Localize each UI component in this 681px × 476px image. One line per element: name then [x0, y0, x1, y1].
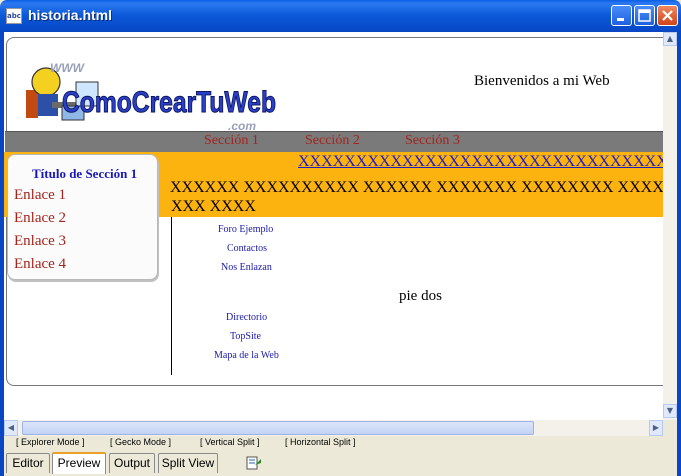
scroll-down-icon[interactable]: ▼: [663, 404, 677, 418]
content-text-cont: XXX XXXX: [171, 198, 256, 215]
link-topsite[interactable]: TopSite: [230, 331, 261, 342]
nav-link-seccion-2[interactable]: Sección 2: [305, 133, 360, 149]
preview-viewport[interactable]: WWW ComoCrearTuWeb .com Bienvenidos a mi…: [4, 32, 663, 420]
tab-preview[interactable]: Preview: [52, 452, 106, 474]
window-frame-right: [677, 32, 681, 476]
site-logo[interactable]: WWW ComoCrearTuWeb .com: [8, 46, 278, 138]
close-button[interactable]: [657, 5, 678, 26]
tab-editor[interactable]: Editor: [6, 453, 50, 473]
scroll-up-icon[interactable]: ▲: [663, 32, 677, 46]
content-link[interactable]: XXXXXXXXXXXXXXXXXXXXXXXXXXXXXXXXX: [298, 153, 663, 171]
sidebar-title: Título de Sección 1: [32, 166, 138, 181]
welcome-text: Bienvenidos a mi Web: [474, 73, 610, 89]
link-directorio[interactable]: Directorio: [226, 312, 267, 323]
logo-www: WWW: [50, 61, 86, 75]
explorer-mode-button[interactable]: [ Explorer Mode ]: [16, 437, 85, 447]
tool-icon[interactable]: [246, 455, 262, 471]
minimize-icon: [617, 18, 624, 21]
tab-output[interactable]: Output: [109, 453, 155, 473]
sidebar-link-3[interactable]: Enlace 3: [14, 233, 66, 250]
scroll-left-icon[interactable]: ◀: [4, 420, 18, 436]
scroll-right-icon[interactable]: ▶: [649, 420, 663, 436]
nav-link-seccion-1[interactable]: Sección 1: [204, 133, 259, 149]
chair: [26, 90, 38, 118]
link-mapa-web[interactable]: Mapa de la Web: [214, 350, 279, 361]
horizontal-split-button[interactable]: [ Horizontal Split ]: [285, 437, 356, 447]
column-divider: [171, 217, 172, 375]
tab-split-view[interactable]: Split View: [158, 453, 218, 473]
window-title: historia.html: [28, 7, 113, 23]
content-text: XXXXXX XXXXXXXXXX XXXXXX XXXXXXX XXXXXXX…: [170, 179, 663, 196]
horizontal-scroll-thumb[interactable]: [22, 421, 534, 435]
logo-text: ComoCrearTuWeb: [62, 86, 276, 119]
link-foro-ejemplo[interactable]: Foro Ejemplo: [218, 224, 273, 235]
footer-text: pie dos: [399, 288, 442, 304]
maximize-button[interactable]: [634, 5, 655, 26]
scroll-corner: [663, 420, 677, 436]
sidebar-link-2[interactable]: Enlace 2: [14, 210, 66, 227]
minimize-button[interactable]: [611, 5, 632, 26]
maximize-icon: [638, 9, 651, 22]
app-icon[interactable]: abc: [6, 8, 22, 24]
nav-link-seccion-3[interactable]: Sección 3: [405, 133, 460, 149]
close-icon: [662, 10, 673, 21]
vertical-scrollbar[interactable]: ▲ ▼: [663, 32, 677, 420]
gecko-mode-button[interactable]: [ Gecko Mode ]: [110, 437, 171, 447]
sidebar-link-1[interactable]: Enlace 1: [14, 187, 66, 204]
horizontal-scrollbar[interactable]: ◀ ▶: [4, 420, 663, 436]
link-contactos[interactable]: Contactos: [227, 243, 267, 254]
link-nos-enlazan[interactable]: Nos Enlazan: [221, 262, 272, 273]
sidebar-link-4[interactable]: Enlace 4: [14, 256, 66, 273]
vertical-split-button[interactable]: [ Vertical Split ]: [200, 437, 260, 447]
